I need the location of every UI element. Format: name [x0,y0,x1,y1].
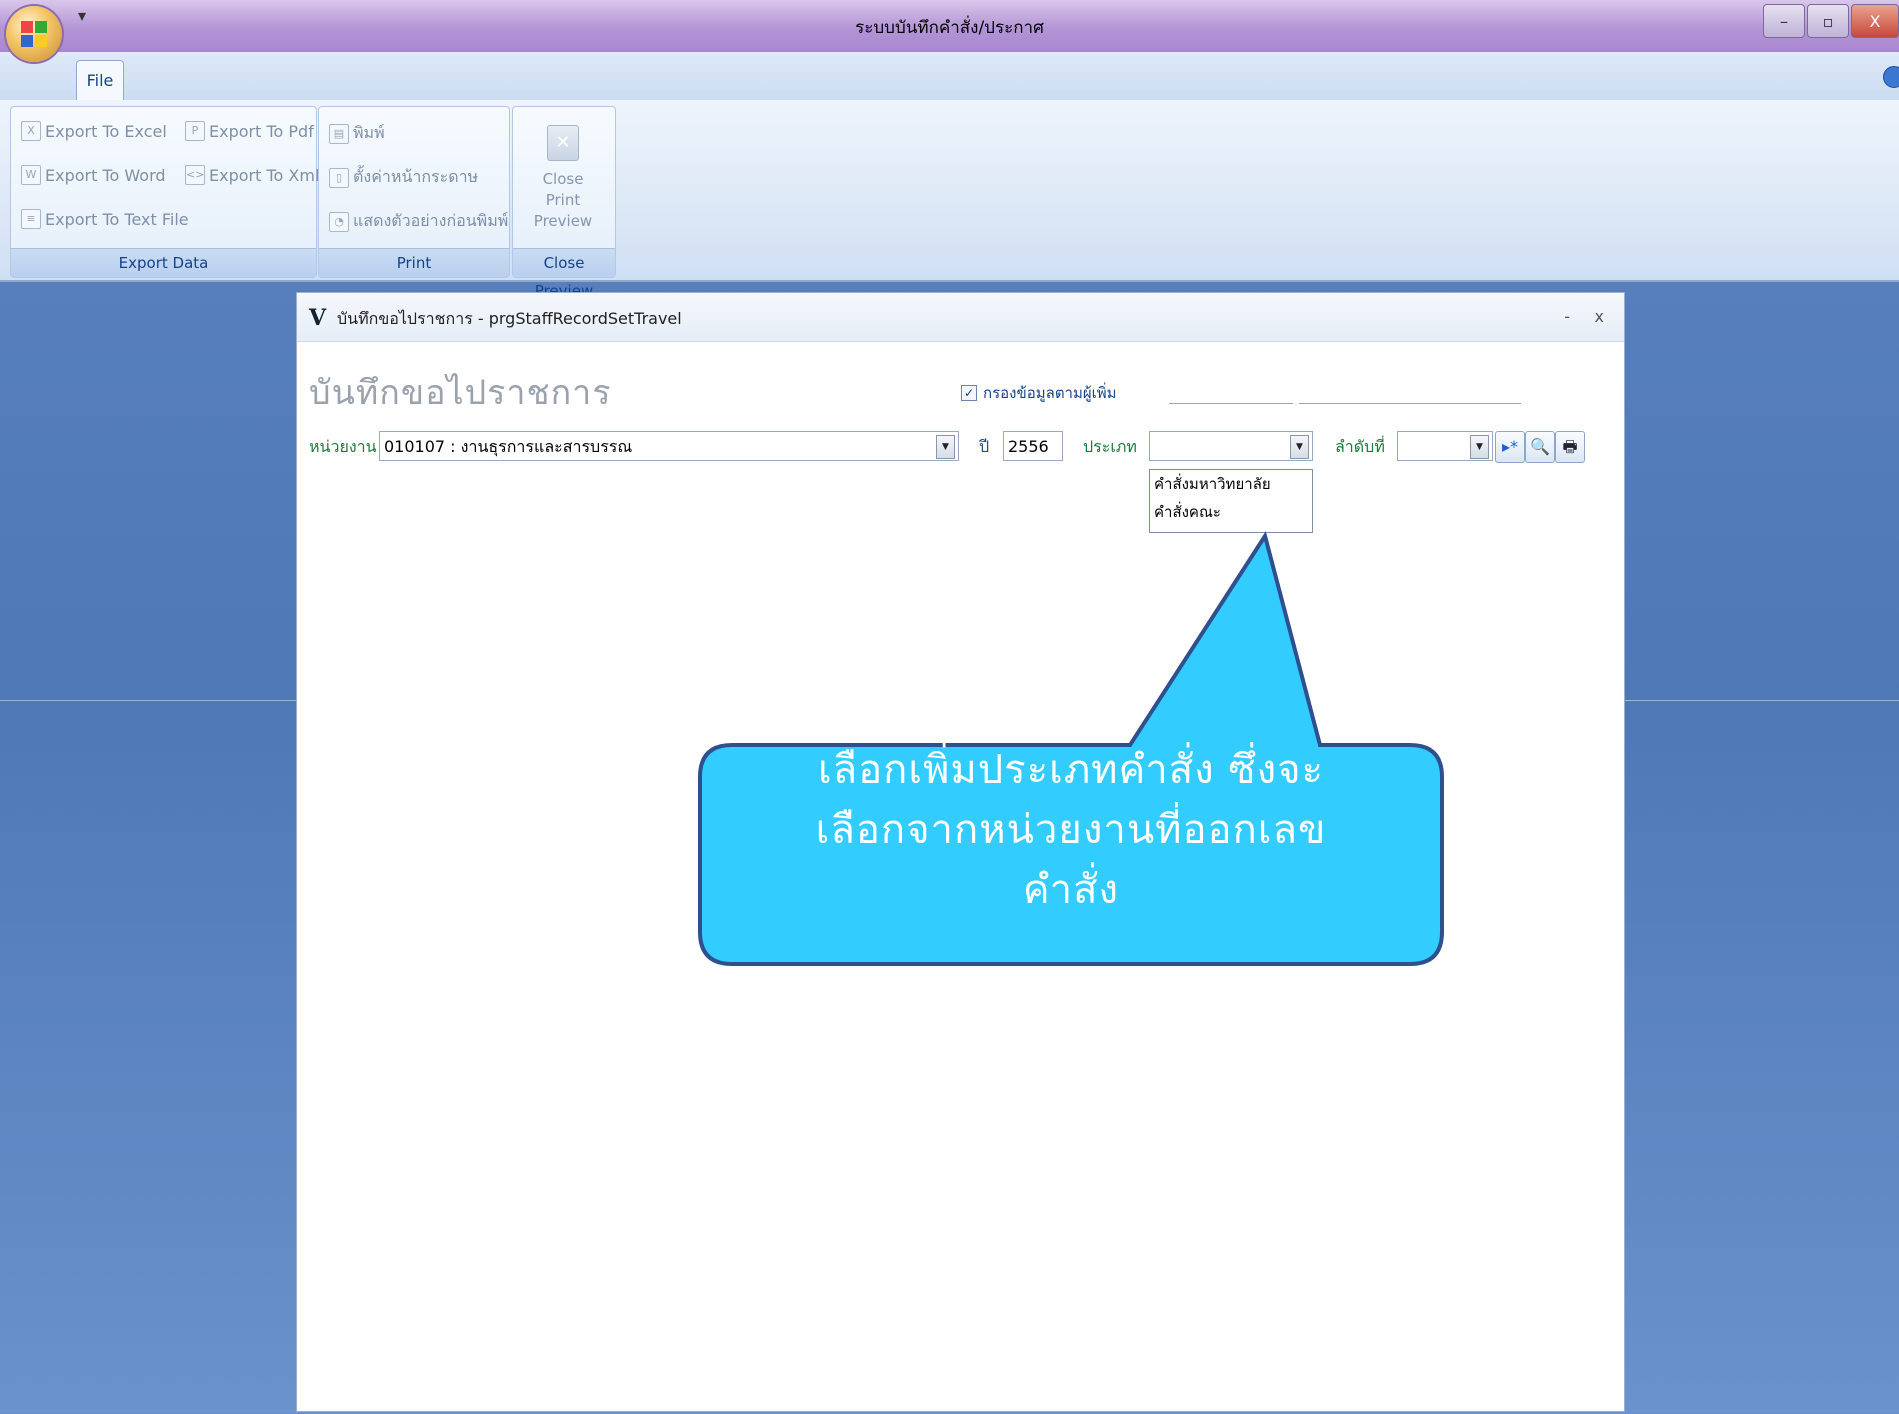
office-button[interactable] [6,6,62,62]
callout-line: เลือกเพิ่มประเภทคำสั่ง ซึ่งจะ [817,747,1325,793]
callout-text: เลือกเพิ่มประเภทคำสั่ง ซึ่งจะ เลือกจากหน… [706,740,1436,920]
callout-line: คำสั่ง [1022,867,1120,913]
callout-shape [698,531,1444,966]
office-logo-icon [21,21,47,47]
callout-line: เลือกจากหน่วยงานที่ออกเลข [815,807,1327,853]
